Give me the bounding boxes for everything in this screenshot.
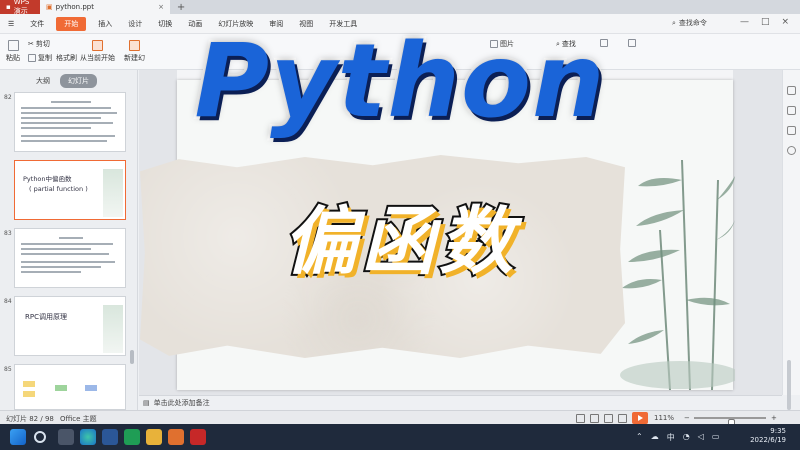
zoom-in-button[interactable]: + (771, 414, 777, 422)
edge-browser-icon[interactable] (80, 429, 96, 445)
status-bar: 幻灯片 82 / 98 Office 主题 111% − + (0, 410, 800, 428)
wps-logo-icon: ▪ (6, 3, 11, 11)
file-tab-label: python.ppt (55, 3, 94, 11)
new-tab-button[interactable]: + (174, 0, 188, 14)
close-tab-icon[interactable]: × (158, 3, 164, 11)
battery-icon[interactable]: ▭ (712, 432, 720, 443)
search-icon[interactable] (34, 431, 46, 443)
cloud-icon[interactable]: ☁ (651, 432, 659, 443)
zoom-slider[interactable] (694, 417, 766, 428)
thumb-shape (23, 391, 35, 397)
title-bar: ▪ WPS 演示 ▣ python.ppt × + (0, 0, 800, 15)
wps-app-tab[interactable]: ▪ WPS 演示 (0, 0, 40, 15)
word-app-icon[interactable] (102, 429, 118, 445)
notes-icon: ▤ (143, 399, 150, 407)
volume-icon[interactable]: ◁ (698, 432, 704, 443)
normal-view-icon[interactable] (576, 414, 585, 423)
wifi-icon[interactable]: ◔ (683, 432, 690, 443)
overlay-subtitle: 偏函数 (281, 197, 517, 287)
notes-bar[interactable]: ▤ 单击此处添加备注 (139, 395, 782, 410)
slide-thumbnail[interactable]: RPC调用原理 (14, 296, 126, 356)
thumb-shape (85, 385, 97, 391)
thumbnail-scrollbar[interactable] (130, 350, 134, 364)
windows-start-icon[interactable] (10, 429, 26, 445)
notes-view-icon[interactable] (618, 414, 627, 423)
slide-number: 84 (4, 298, 12, 305)
file-explorer-icon[interactable] (146, 429, 162, 445)
canvas-scrollbar[interactable] (787, 360, 791, 410)
history-icon[interactable] (787, 146, 796, 155)
ppt-file-icon: ▣ (46, 3, 53, 11)
zoom-out-button[interactable]: − (684, 414, 690, 422)
zoom-level[interactable]: 111% (654, 414, 674, 422)
clock-time: 9:35 (770, 427, 786, 435)
pycharm-icon[interactable] (124, 429, 140, 445)
thumb-shape (23, 381, 35, 387)
system-clock[interactable]: 9:35 2022/6/19 (742, 427, 786, 445)
slide-thumbnail[interactable] (14, 364, 126, 410)
thumb-title: RPC调用原理 (25, 313, 67, 321)
slide-counter: 幻灯片 82 / 98 (6, 415, 54, 423)
task-view-icon[interactable] (58, 429, 74, 445)
reading-view-icon[interactable] (604, 414, 613, 423)
ime-indicator[interactable]: 中 (667, 432, 675, 443)
theme-name: Office 主题 (60, 415, 97, 423)
chevron-up-icon[interactable]: ⌃ (636, 432, 643, 443)
overlay-title: Python (192, 20, 607, 144)
file-tab-python-ppt[interactable]: ▣ python.ppt × (40, 0, 170, 14)
slide-sorter-icon[interactable] (590, 414, 599, 423)
os-taskbar: ⌃ ☁ 中 ◔ ◁ ▭ 9:35 2022/6/19 (0, 424, 800, 450)
slide-number: 85 (4, 366, 12, 373)
notes-placeholder: 单击此处添加备注 (153, 399, 210, 407)
wps-presentation-icon[interactable] (168, 429, 184, 445)
system-tray: ⌃ ☁ 中 ◔ ◁ ▭ (636, 432, 719, 443)
thumb-shape (55, 385, 67, 391)
wps-office-icon[interactable] (190, 429, 206, 445)
clock-date: 2022/6/19 (750, 435, 786, 444)
slideshow-play-button[interactable] (632, 412, 648, 424)
thumb-bamboo-image (103, 305, 123, 353)
